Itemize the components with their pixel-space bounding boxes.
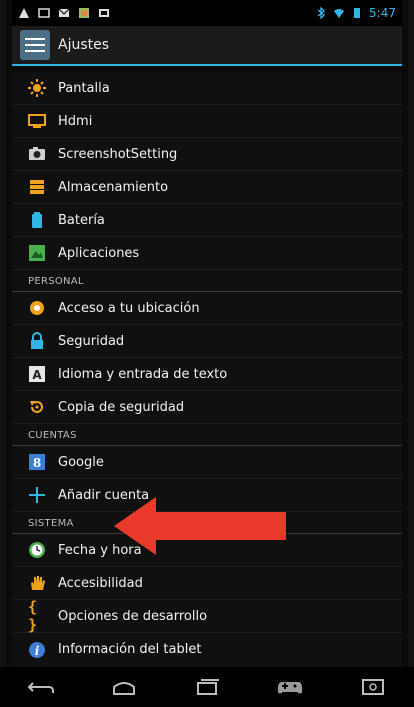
mail-icon <box>58 8 70 17</box>
setting-label: Idioma y entrada de texto <box>58 366 228 382</box>
setting-idioma[interactable]: A Idioma y entrada de texto <box>12 358 402 391</box>
clock: 5:47 <box>369 6 396 20</box>
setting-bateria[interactable]: Batería <box>12 204 402 237</box>
setting-label: Aplicaciones <box>58 245 140 261</box>
red-arrow-annotation <box>114 497 286 555</box>
setting-label: Google <box>58 454 104 470</box>
notification-icons <box>18 7 110 19</box>
battery-icon <box>28 211 46 229</box>
plus-icon <box>28 486 46 504</box>
app-notification-icon <box>79 8 89 18</box>
setting-google[interactable]: 8 Google <box>12 446 402 479</box>
setting-label: Acceso a tu ubicación <box>58 300 200 316</box>
brightness-icon <box>28 79 46 97</box>
setting-info-tablet[interactable]: i Información del tablet <box>12 633 402 666</box>
warning-icon <box>19 8 29 18</box>
setting-aplicaciones[interactable]: Aplicaciones <box>12 237 402 270</box>
settings-list: Pantalla Hdmi ScreenshotSetting Almacena… <box>12 72 402 667</box>
setting-label: Batería <box>58 212 105 228</box>
navigation-bar <box>0 667 414 707</box>
setting-label: Opciones de desarrollo <box>58 608 208 624</box>
section-header-cuentas: CUENTAS <box>12 424 402 446</box>
page-title: Ajustes <box>58 37 110 53</box>
svg-text:i: i <box>35 644 40 658</box>
setting-ubicacion[interactable]: Acceso a tu ubicación <box>12 292 402 325</box>
setting-pantalla[interactable]: Pantalla <box>12 72 402 105</box>
clock-icon <box>28 541 46 559</box>
setting-label: Seguridad <box>58 333 125 349</box>
device-frame: 5:47 Ajustes Pantalla Hdmi ScreenshotSet… <box>0 0 414 707</box>
keyboard-icon: A <box>28 365 46 383</box>
apps-icon <box>28 244 46 262</box>
google-icon: 8 <box>28 453 46 471</box>
image-icon <box>38 8 50 18</box>
storage-icon <box>28 178 46 196</box>
braces-icon: { } <box>28 598 38 634</box>
setting-hdmi[interactable]: Hdmi <box>12 105 402 138</box>
svg-text:A: A <box>32 368 42 382</box>
action-bar: Ajustes <box>12 26 402 66</box>
camera-icon <box>28 145 46 163</box>
setting-seguridad[interactable]: Seguridad <box>12 325 402 358</box>
back-icon[interactable] <box>25 675 57 699</box>
setting-almacenamiento[interactable]: Almacenamiento <box>12 171 402 204</box>
hand-icon <box>28 574 46 592</box>
setting-screenshot[interactable]: ScreenshotSetting <box>12 138 402 171</box>
location-icon <box>28 299 46 317</box>
lock-icon <box>28 332 46 350</box>
setting-label: Información del tablet <box>58 642 202 657</box>
setting-label: Pantalla <box>58 80 110 96</box>
screenshot-icon <box>99 9 109 17</box>
setting-accesibilidad[interactable]: Accesibilidad <box>12 567 402 600</box>
setting-label: Copia de seguridad <box>58 399 185 415</box>
monitor-icon <box>28 112 46 130</box>
setting-label: ScreenshotSetting <box>58 146 178 162</box>
home-icon[interactable] <box>108 675 140 699</box>
recent-apps-icon[interactable] <box>191 675 223 699</box>
setting-copia[interactable]: Copia de seguridad <box>12 391 402 424</box>
battery-status-icon <box>354 8 361 18</box>
screenshot-button-icon[interactable] <box>357 675 389 699</box>
gamepad-icon[interactable] <box>274 675 306 699</box>
setting-desarrollo[interactable]: { } Opciones de desarrollo <box>12 598 402 634</box>
wifi-icon <box>334 9 345 18</box>
setting-label: Accesibilidad <box>58 575 143 591</box>
svg-text:8: 8 <box>33 456 41 470</box>
setting-label: Hdmi <box>58 113 93 129</box>
backup-icon <box>28 398 46 416</box>
info-icon: i <box>28 641 46 659</box>
settings-app-icon[interactable] <box>20 30 50 60</box>
system-icons: 5:47 <box>315 6 396 20</box>
status-bar: 5:47 <box>12 0 402 26</box>
section-header-personal: PERSONAL <box>12 270 402 292</box>
bluetooth-icon <box>317 7 326 19</box>
setting-label: Almacenamiento <box>58 179 169 195</box>
